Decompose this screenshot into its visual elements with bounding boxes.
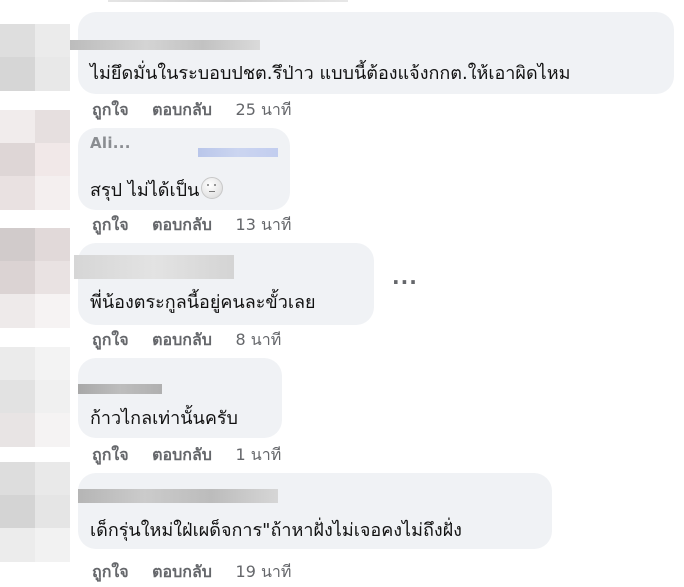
like-button[interactable]: ถูกใจ xyxy=(92,562,129,581)
comment-actions: ถูกใจ ตอบกลับ 8 นาที xyxy=(92,328,299,353)
comment-text: เด็กรุ่นใหม่ใฝ่เผด็จการ"ถ้าหาฝั่งไม่เจอค… xyxy=(90,520,462,541)
like-button[interactable]: ถูกใจ xyxy=(92,330,129,349)
like-button[interactable]: ถูกใจ xyxy=(92,215,129,234)
author-name-redacted[interactable] xyxy=(70,40,260,50)
comment-item: ก้าวไกลเท่านั้นครับ ถูกใจ ตอบกลับ 1 นาที xyxy=(0,347,684,470)
comment-text: ไม่ยึดมั่นในระบอบปชต.รึป่าว แบบนี้ต้องแจ… xyxy=(90,63,571,84)
neutral-face-icon xyxy=(201,177,224,199)
comment-bubble: เด็กรุ่นใหม่ใฝ่เผด็จการ"ถ้าหาฝั่งไม่เจอค… xyxy=(78,473,552,549)
reply-button[interactable]: ตอบกลับ xyxy=(152,100,212,119)
author-name-redacted[interactable] xyxy=(198,148,278,157)
timestamp[interactable]: 19 นาที xyxy=(236,562,292,581)
comment-bubble: Ali... สรุป ไม่ได้เป็น xyxy=(78,128,290,210)
like-button[interactable]: ถูกใจ xyxy=(92,100,129,119)
comment-actions: ถูกใจ ตอบกลับ 13 นาที xyxy=(92,213,309,238)
comment-item: พี่น้องตระกูลนี้อยู่คนละขั้วเลย ··· ถูกใ… xyxy=(0,228,684,355)
comment-item: ไม่ยึดมั่นในระบอบปชต.รึป่าว แบบนี้ต้องแจ… xyxy=(0,0,684,125)
timestamp[interactable]: 25 นาที xyxy=(236,100,292,119)
avatar[interactable] xyxy=(0,110,70,210)
reply-button[interactable]: ตอบกลับ xyxy=(152,215,212,234)
author-name[interactable]: Ali... xyxy=(90,134,131,152)
comment-bubble: ก้าวไกลเท่านั้นครับ xyxy=(78,358,282,438)
comment-item: เด็กรุ่นใหม่ใฝ่เผด็จการ"ถ้าหาฝั่งไม่เจอค… xyxy=(0,462,684,587)
timestamp[interactable]: 1 นาที xyxy=(236,445,282,464)
comment-actions: ถูกใจ ตอบกลับ 1 นาที xyxy=(92,443,299,468)
avatar[interactable] xyxy=(0,228,70,328)
reply-button[interactable]: ตอบกลับ xyxy=(152,445,212,464)
avatar[interactable] xyxy=(0,347,70,447)
avatar[interactable] xyxy=(0,462,70,562)
comment-item: Ali... สรุป ไม่ได้เป็น ถูกใจ ตอบกลับ 13 … xyxy=(0,110,684,240)
more-options-icon[interactable]: ··· xyxy=(392,270,418,294)
like-button[interactable]: ถูกใจ xyxy=(92,445,129,464)
author-name-redacted[interactable] xyxy=(74,255,234,279)
comment-text: สรุป ไม่ได้เป็น xyxy=(90,175,224,204)
reply-button[interactable]: ตอบกลับ xyxy=(152,330,212,349)
comment-actions: ถูกใจ ตอบกลับ 25 นาที xyxy=(92,98,309,123)
comment-text: ก้าวไกลเท่านั้นครับ xyxy=(90,408,238,429)
comment-actions: ถูกใจ ตอบกลับ 19 นาที xyxy=(92,560,309,585)
author-name-redacted[interactable] xyxy=(78,489,278,503)
comment-bubble: ไม่ยึดมั่นในระบอบปชต.รึป่าว แบบนี้ต้องแจ… xyxy=(70,12,674,94)
comment-text: พี่น้องตระกูลนี้อยู่คนละขั้วเลย xyxy=(90,292,316,313)
timestamp[interactable]: 8 นาที xyxy=(236,330,282,349)
comment-bubble: พี่น้องตระกูลนี้อยู่คนละขั้วเลย xyxy=(74,243,374,325)
reply-button[interactable]: ตอบกลับ xyxy=(152,562,212,581)
author-name-redacted[interactable] xyxy=(78,384,162,394)
timestamp[interactable]: 13 นาที xyxy=(236,215,292,234)
avatar[interactable] xyxy=(0,24,70,124)
